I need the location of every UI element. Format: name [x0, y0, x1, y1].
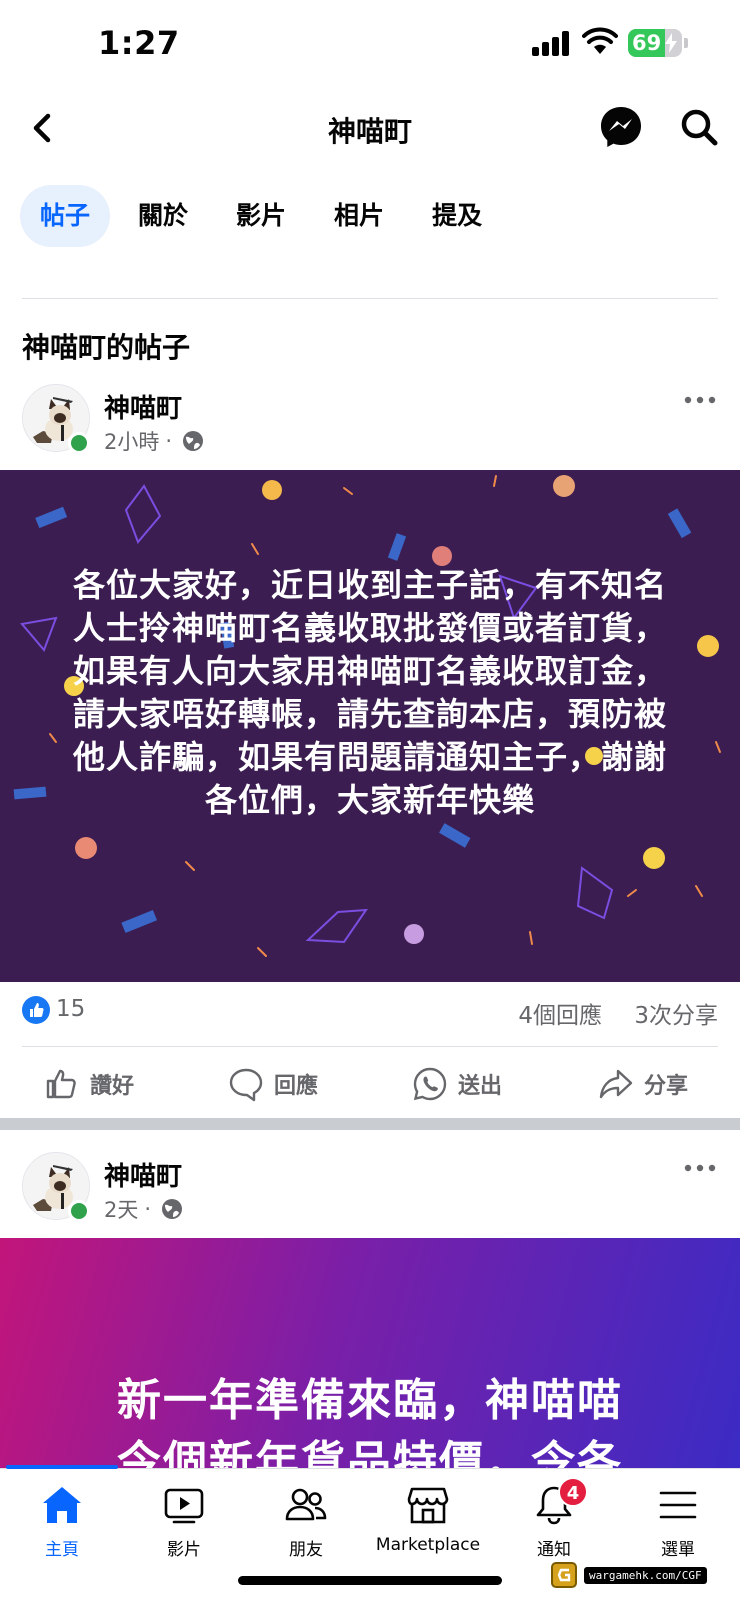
nav-marketplace[interactable]: Marketplace	[368, 1483, 488, 1567]
tab-about[interactable]: 關於	[118, 185, 208, 247]
comment-button[interactable]: 回應	[228, 1054, 318, 1114]
tabs-divider	[22, 298, 718, 299]
thumbs-up-icon	[46, 1069, 76, 1099]
cellular-signal-icon	[532, 30, 572, 56]
send-whatsapp-button[interactable]: 送出	[412, 1054, 502, 1114]
reactions-divider	[22, 1046, 718, 1047]
battery-cap	[684, 38, 688, 48]
section-title: 神喵町的帖子	[22, 331, 191, 364]
comment-icon	[229, 1068, 263, 1102]
nav-home[interactable]: 主頁	[2, 1483, 122, 1567]
nav-friends[interactable]: 朋友	[246, 1483, 366, 1567]
nav-notifications[interactable]: 4 通知	[494, 1477, 614, 1567]
home-indicator	[238, 1576, 502, 1585]
tab-mentions[interactable]: 提及	[412, 185, 502, 247]
reactions-bar: 15 4個回應 3次分享	[0, 990, 740, 1036]
send-label: 送出	[458, 1074, 503, 1099]
tab-videos[interactable]: 影片	[216, 185, 306, 247]
friends-icon	[285, 1488, 327, 1521]
search-icon[interactable]	[678, 106, 720, 148]
post-meta: 2小時 ·	[104, 426, 204, 456]
messenger-icon[interactable]	[598, 104, 644, 150]
like-count[interactable]: 15	[56, 996, 85, 1022]
more-options-icon[interactable]	[684, 1160, 716, 1176]
online-status-dot	[68, 1200, 90, 1222]
nav-menu[interactable]: 選單	[618, 1483, 738, 1567]
post-body-text: 各位大家好，近日收到主子話，有不知名人士拎神喵町名義收取批發價或者訂貨，如果有人…	[72, 566, 667, 819]
globe-icon	[162, 1199, 183, 1219]
page-header: 神喵町	[0, 96, 740, 160]
feed-separator	[0, 1118, 740, 1130]
share-arrow-icon	[599, 1069, 633, 1099]
post-background-banner: 各位大家好，近日收到主子話，有不知名人士拎神喵町名義收取批發價或者訂貨，如果有人…	[0, 470, 740, 982]
globe-icon	[183, 431, 204, 451]
post-actions: 讚好 回應 送出 分享	[0, 1054, 740, 1114]
more-options-icon[interactable]	[684, 392, 716, 408]
nav-video[interactable]: 影片	[124, 1483, 244, 1567]
share-label: 分享	[644, 1074, 689, 1099]
like-reaction-icon[interactable]	[22, 996, 50, 1024]
post-author[interactable]: 神喵町	[104, 388, 182, 425]
nav-marketplace-label: Marketplace	[375, 1535, 481, 1555]
battery-indicator: 69	[628, 29, 682, 57]
like-label: 讚好	[90, 1074, 135, 1099]
post-time[interactable]: 2天	[104, 1194, 138, 1224]
post-body-text: 新一年準備來臨，神喵喵 今個新年貨品特價，令各	[117, 1375, 623, 1468]
watermark-text: wargamehk.com/CGF	[584, 1566, 707, 1584]
comment-label: 回應	[274, 1074, 319, 1099]
active-tab-indicator	[6, 1465, 118, 1469]
home-icon	[43, 1487, 81, 1523]
video-icon	[164, 1488, 204, 1524]
comments-count[interactable]: 4個回應	[518, 996, 602, 1030]
tab-photos[interactable]: 相片	[314, 185, 404, 247]
nav-notifications-label: 通知	[537, 1540, 571, 1560]
charging-bolt-icon	[665, 33, 677, 53]
share-button[interactable]: 分享	[598, 1054, 688, 1114]
profile-tabs: 帖子 關於 影片 相片 提及	[20, 184, 510, 248]
post-time[interactable]: 2小時	[104, 426, 159, 456]
shares-count[interactable]: 3次分享	[634, 996, 718, 1030]
meta-separator: ·	[144, 1197, 152, 1221]
post-header: 神喵町 2小時 ·	[0, 384, 740, 464]
marketplace-icon	[407, 1487, 449, 1524]
watermark: wargamehk.com/CGF	[550, 1560, 707, 1590]
nav-home-label: 主頁	[45, 1540, 79, 1560]
like-button[interactable]: 讚好	[44, 1054, 134, 1114]
status-time: 1:27	[98, 24, 180, 62]
online-status-dot	[68, 432, 90, 454]
post-background-banner: 新一年準備來臨，神喵喵 今個新年貨品特價，令各	[0, 1238, 740, 1468]
nav-menu-label: 選單	[661, 1540, 695, 1560]
status-bar: 1:27 69	[0, 0, 740, 90]
post-meta: 2天 ·	[104, 1194, 183, 1224]
whatsapp-icon	[413, 1067, 447, 1101]
post-header: 神喵町 2天 ·	[0, 1152, 740, 1232]
watermark-logo-icon	[551, 1562, 577, 1588]
tab-posts[interactable]: 帖子	[20, 185, 111, 247]
post-author[interactable]: 神喵町	[104, 1156, 182, 1193]
notification-badge: 4	[558, 1477, 588, 1507]
wifi-icon	[582, 27, 618, 54]
nav-friends-label: 朋友	[289, 1540, 323, 1560]
meta-separator: ·	[165, 429, 173, 453]
nav-video-label: 影片	[167, 1540, 201, 1560]
menu-icon	[659, 1491, 697, 1519]
